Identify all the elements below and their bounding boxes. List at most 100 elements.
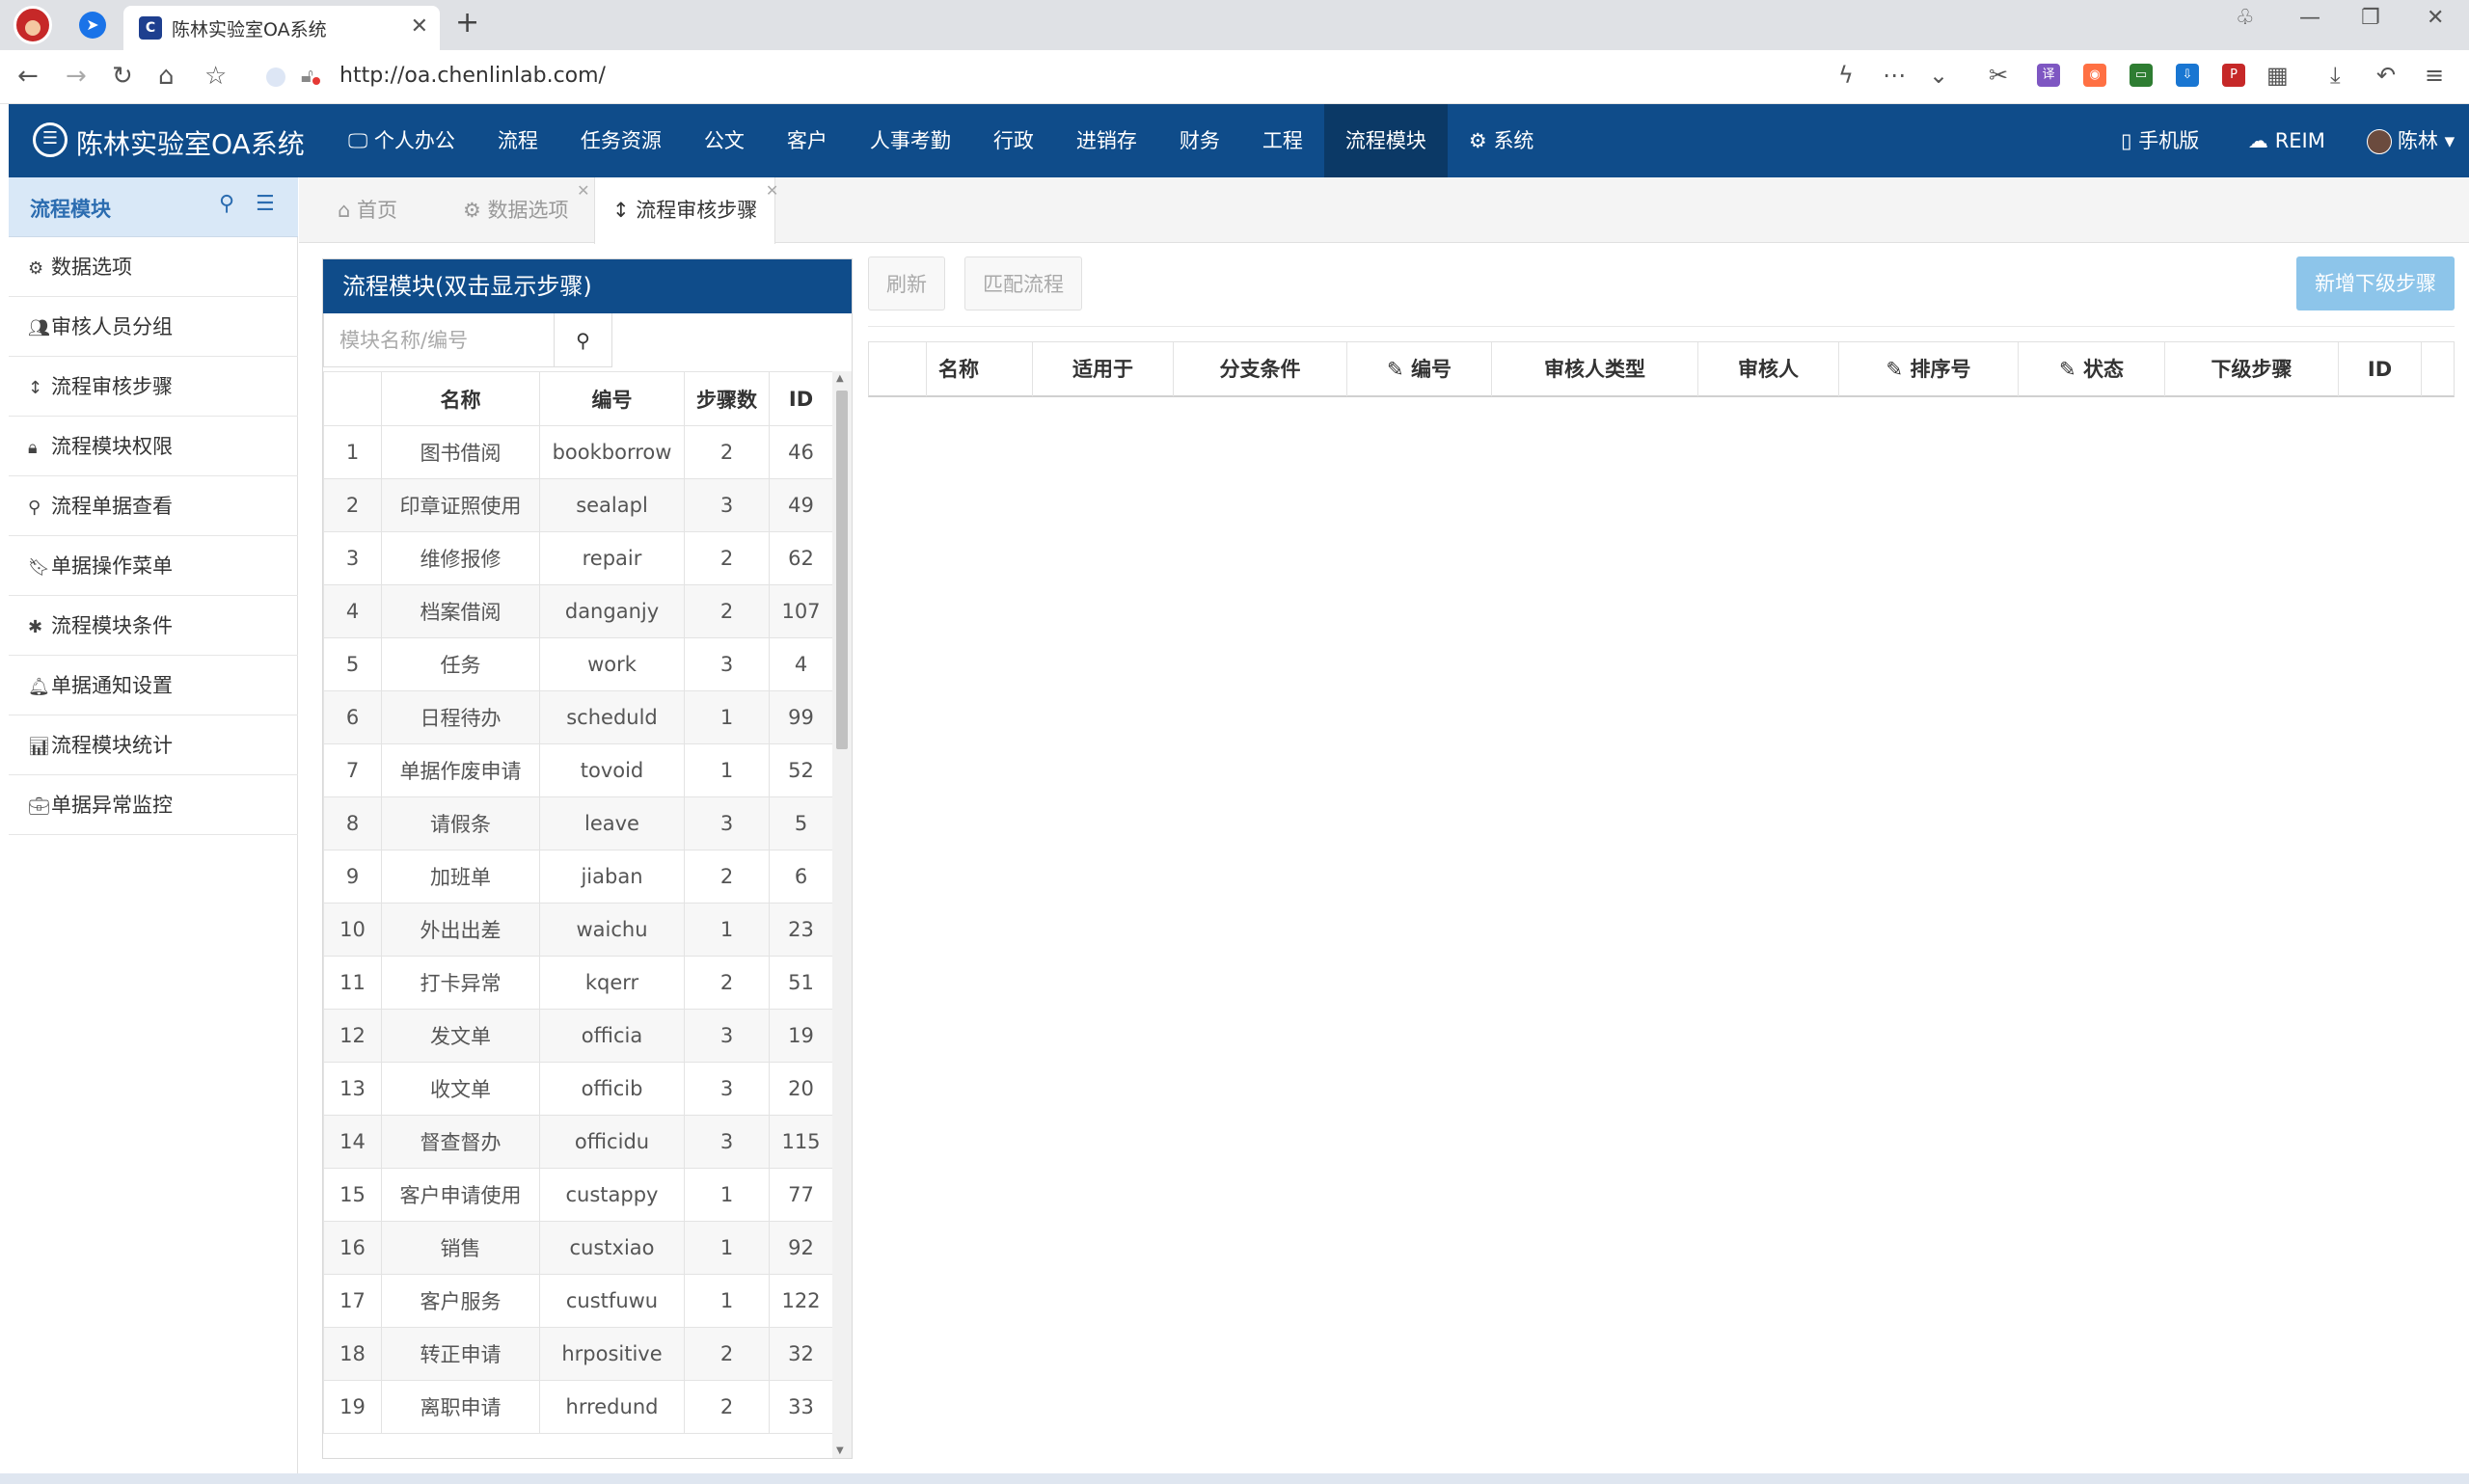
downloads-icon[interactable]: ⤓: [2330, 62, 2341, 89]
sidebar-item-bill-menu[interactable]: 🔖︎单据操作菜单: [9, 536, 298, 596]
game-ext-icon[interactable]: ◉: [2083, 64, 2106, 87]
sidebar-item-module-permissions[interactable]: 🔒︎ 流程模块权限: [9, 417, 298, 476]
sidebar-item-notify-settings[interactable]: 🔔︎单据通知设置: [9, 656, 298, 715]
forward-icon[interactable]: →: [66, 62, 87, 91]
table-row[interactable]: 2 印章证照使用 sealapl 3 49: [323, 478, 832, 532]
user-menu[interactable]: 陈林 ▾: [2367, 104, 2455, 177]
table-row[interactable]: 4 档案借阅 danganjy 2 107: [323, 584, 832, 638]
nav-item-inventory[interactable]: 进销存: [1055, 104, 1158, 177]
match-flow-button[interactable]: 匹配流程: [964, 256, 1082, 310]
table-row[interactable]: 8 请假条 leave 3 5: [323, 796, 832, 850]
col-branch-condition[interactable]: 分支条件: [1174, 342, 1347, 396]
table-row[interactable]: 10 外出出差 waichu 1 23: [323, 903, 832, 957]
menu-icon[interactable]: ≡: [2425, 62, 2444, 89]
scissors-icon[interactable]: ✂: [1989, 62, 2008, 89]
apps-grid-icon[interactable]: ▦: [2266, 62, 2289, 89]
col-name[interactable]: 名称: [381, 371, 540, 426]
sidebar-item-reviewer-groups[interactable]: 👥︎审核人员分组: [9, 297, 298, 357]
scroll-thumb[interactable]: [836, 391, 848, 749]
sidebar-item-bill-view[interactable]: ⚲ 流程单据查看: [9, 476, 298, 536]
nav-item-finance[interactable]: 财务: [1158, 104, 1241, 177]
shield-icon[interactable]: [266, 67, 285, 87]
pdf-ext-icon[interactable]: P: [2222, 64, 2245, 87]
minimize-icon[interactable]: —: [2299, 6, 2320, 30]
app-title[interactable]: 陈林实验室OA系统: [76, 123, 305, 162]
favorites-icon[interactable]: ☆: [204, 62, 227, 91]
table-row[interactable]: 11 打卡异常 kqerr 2 51: [323, 956, 832, 1010]
close-icon[interactable]: ✕: [766, 158, 778, 224]
restore-icon[interactable]: ❐: [2361, 6, 2380, 30]
sidebar-item-exception-monitor[interactable]: 💼︎单据异常监控: [9, 775, 298, 835]
shirt-icon[interactable]: ♧: [2236, 6, 2255, 30]
nav-item-flow-module[interactable]: 流程模块: [1323, 104, 1448, 177]
close-window-icon[interactable]: ✕: [2427, 6, 2444, 30]
col-id[interactable]: ID: [769, 371, 832, 426]
close-icon[interactable]: ✕: [577, 158, 589, 224]
col-sort[interactable]: ✎ 排序号: [1839, 342, 2019, 396]
tab-close-icon[interactable]: ✕: [411, 14, 428, 39]
reload-icon[interactable]: ↻: [112, 62, 133, 91]
col-step-id[interactable]: ID: [2339, 342, 2422, 396]
nav-item-admin[interactable]: 行政: [972, 104, 1055, 177]
nav-item-document[interactable]: 公文: [683, 104, 766, 177]
module-search-button[interactable]: ⚲: [555, 313, 612, 367]
undo-icon[interactable]: ↶: [2376, 62, 2396, 89]
nav-item-hr[interactable]: 人事考勤: [849, 104, 972, 177]
reader-ext-icon[interactable]: ▭: [2130, 64, 2153, 87]
add-sub-step-button[interactable]: 新增下级步骤: [2296, 256, 2455, 310]
nav-item-flow[interactable]: 流程: [476, 104, 559, 177]
table-row[interactable]: 7 单据作废申请 tovoid 1 52: [323, 743, 832, 797]
table-row[interactable]: 9 加班单 jiaban 2 6: [323, 850, 832, 904]
url-field[interactable]: http://oa.chenlinlab.com/: [339, 64, 606, 88]
sidebar-item-module-stats[interactable]: 📊︎流程模块统计: [9, 715, 298, 775]
home-icon[interactable]: ⌂: [158, 62, 175, 91]
col-applies-to[interactable]: 适用于: [1033, 342, 1174, 396]
mobile-link[interactable]: ▯ 手机版: [2121, 104, 2199, 177]
col-code[interactable]: 编号: [539, 371, 685, 426]
scroll-down-icon[interactable]: ▼: [836, 1445, 844, 1456]
refresh-button[interactable]: 刷新: [868, 256, 945, 310]
new-tab-icon[interactable]: +: [455, 6, 479, 40]
nav-item-personal[interactable]: 🖵︎ 个人办公: [327, 104, 476, 177]
tab-home[interactable]: ⌂ 首页: [320, 177, 415, 243]
back-icon[interactable]: ←: [17, 62, 39, 91]
table-row[interactable]: 13 收文单 officib 3 20: [323, 1062, 832, 1116]
table-row[interactable]: 16 销售 custxiao 1 92: [323, 1221, 832, 1275]
browser-logo-icon[interactable]: ➤: [79, 12, 106, 39]
table-row[interactable]: 17 客户服务 custfuwu 1 122: [323, 1274, 832, 1328]
lightning-icon[interactable]: ϟ: [1838, 62, 1854, 89]
translate-ext-icon[interactable]: 译: [2037, 64, 2060, 87]
module-search-input[interactable]: [323, 313, 555, 367]
col-step-name[interactable]: 名称: [927, 342, 1033, 396]
sidebar-item-review-steps[interactable]: ↕ 流程审核步骤: [9, 357, 298, 417]
chevron-down-icon[interactable]: ⌄: [1929, 62, 1948, 89]
browser-profile-avatar[interactable]: [14, 6, 52, 44]
list-toggle-icon[interactable]: ☰: [256, 192, 275, 216]
table-row[interactable]: 3 维修报修 repair 2 62: [323, 531, 832, 585]
scroll-up-icon[interactable]: ▲: [836, 373, 844, 384]
table-row[interactable]: 5 任务 work 3 4: [323, 637, 832, 691]
more-icon[interactable]: ⋯: [1883, 62, 1906, 89]
download-ext-icon[interactable]: ⇩: [2176, 64, 2199, 87]
table-row[interactable]: 18 转正申请 hrpositive 2 32: [323, 1327, 832, 1381]
nav-item-system[interactable]: ⚙ 系统: [1448, 104, 1556, 177]
tab-review-steps[interactable]: ↕ 流程审核步骤 ✕: [594, 177, 778, 244]
browser-tab[interactable]: C 陈林实验室OA系统 ✕: [123, 6, 440, 50]
table-row[interactable]: 14 督查督办 officidu 3 115: [323, 1115, 832, 1169]
table-row[interactable]: 15 客户申请使用 custappy 1 77: [323, 1168, 832, 1222]
col-steps[interactable]: 步骤数: [684, 371, 770, 426]
col-status[interactable]: ✎ 状态: [2019, 342, 2165, 396]
modules-scrollbar[interactable]: ▲ ▼: [832, 371, 852, 1458]
search-icon[interactable]: ⚲: [219, 192, 234, 216]
table-row[interactable]: 6 日程待办 scheduld 1 99: [323, 690, 832, 744]
col-step-code[interactable]: ✎ 编号: [1347, 342, 1492, 396]
insecure-lock-icon[interactable]: 🔓︎: [301, 64, 320, 87]
col-next-step[interactable]: 下级步骤: [2165, 342, 2339, 396]
table-row[interactable]: 12 发文单 officia 3 19: [323, 1009, 832, 1063]
sidebar-item-data-options[interactable]: ⚙ 数据选项: [9, 237, 298, 297]
modules-table-wrap[interactable]: 名称 编号 步骤数 ID 1 图书借阅 bookborrow 2 46 2 印章证照使用 se…: [323, 371, 832, 1458]
col-reviewer-type[interactable]: 审核人类型: [1492, 342, 1698, 396]
table-row[interactable]: 1 图书借阅 bookborrow 2 46: [323, 425, 832, 479]
col-reviewer[interactable]: 审核人: [1698, 342, 1839, 396]
nav-item-project[interactable]: 工程: [1241, 104, 1324, 177]
